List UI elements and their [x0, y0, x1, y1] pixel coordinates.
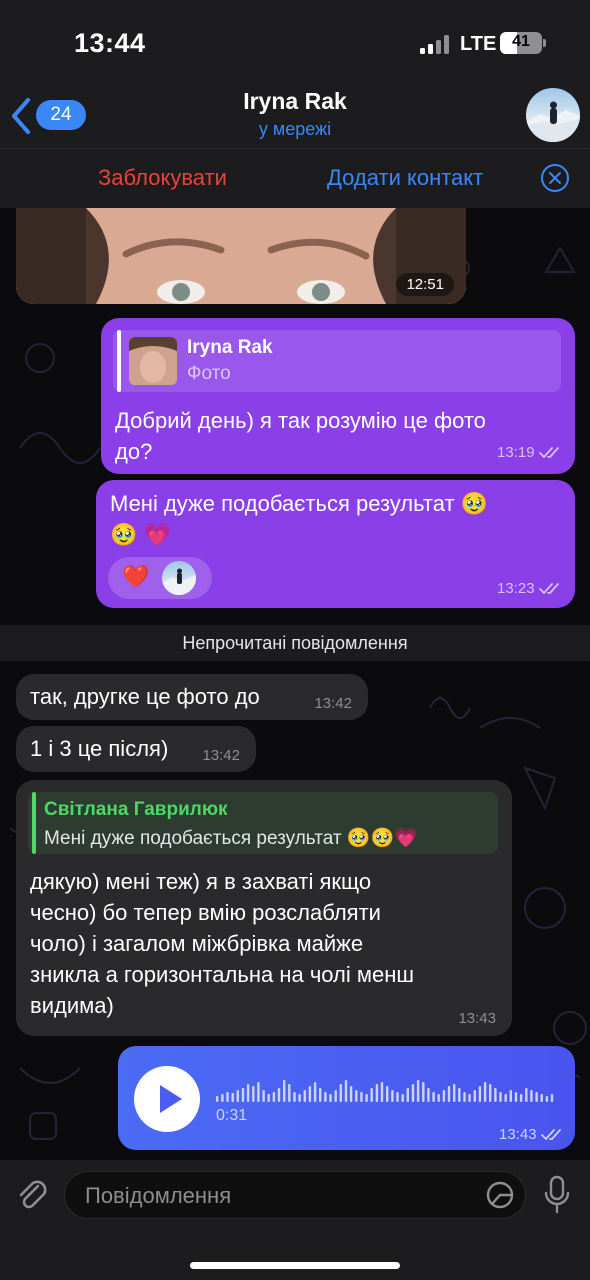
- message-meta: 13:19: [497, 444, 563, 462]
- message-placeholder: Повідомлення: [85, 1183, 232, 1208]
- paperclip-icon[interactable]: [14, 1176, 50, 1214]
- reply-name: Iryna Rak: [187, 337, 273, 358]
- waveform[interactable]: [216, 1074, 556, 1102]
- sticker-icon[interactable]: [485, 1180, 515, 1210]
- battery-level: 41: [512, 33, 530, 50]
- avatar[interactable]: [526, 88, 580, 142]
- chat-header: 24 Iryna Rak у мережі: [0, 86, 590, 148]
- battery-cap: [543, 39, 546, 47]
- contact-action-bar: Заблокувати Додати контакт: [0, 148, 590, 208]
- heart-icon: ❤️: [122, 564, 150, 589]
- message-time: 13:43: [499, 1126, 537, 1143]
- reaction-avatar: [162, 561, 196, 595]
- status-time: 13:44: [74, 28, 146, 58]
- chat-title[interactable]: Iryna Rak: [0, 88, 590, 115]
- play-icon: [160, 1085, 182, 1113]
- network-type: LTE: [460, 33, 497, 55]
- reply-thumbnail: [129, 337, 177, 385]
- reply-text: Мені дуже подобається результат 🥹🥹💗: [44, 828, 418, 849]
- message-text-line: Мені дуже подобається результат 🥹: [110, 491, 489, 516]
- message-time: 12:51: [396, 273, 454, 296]
- status-bar: 13:44 LTE 41: [0, 0, 590, 86]
- online-status: у мережі: [258, 119, 332, 139]
- message-text: так, другке це фото до: [30, 684, 260, 709]
- outgoing-message[interactable]: Мені дуже подобається результат 🥹 🥹 💗 ❤️…: [96, 480, 575, 608]
- message-time: 13:43: [458, 1010, 496, 1027]
- reply-name: Світлана Гаврилюк: [44, 799, 228, 820]
- reply-preview[interactable]: Світлана Гаврилюк Мені дуже подобається …: [28, 792, 498, 854]
- outgoing-message[interactable]: Iryna Rak Фото Добрий день) я так розумі…: [101, 318, 575, 474]
- double-check-icon: [541, 1128, 561, 1141]
- incoming-message[interactable]: так, другке це фото до 13:42: [16, 674, 368, 720]
- close-circle-icon[interactable]: [540, 163, 570, 193]
- message-text-line: дякую) мені теж) я в захваті якщо: [30, 869, 372, 894]
- message-time: 13:42: [314, 695, 352, 712]
- battery-icon: 41: [500, 32, 542, 54]
- message-text-line: чесно) бо тепер вмію розслабляти: [30, 900, 381, 925]
- message-text-line: Добрий день) я так розумію це фото: [115, 408, 486, 433]
- message-text-line: чоло) і загалом міжбрівка майже: [30, 931, 364, 956]
- unread-divider: Непрочитані повідомлення: [0, 625, 590, 661]
- reply-bar: [32, 792, 36, 854]
- add-contact-button[interactable]: Додати контакт: [327, 165, 483, 191]
- message-text-line: 🥹 💗: [110, 522, 171, 547]
- home-indicator: [190, 1262, 400, 1269]
- microphone-icon[interactable]: [542, 1175, 572, 1215]
- message-time: 13:42: [202, 747, 240, 764]
- message-time: 13:19: [497, 444, 535, 461]
- incoming-message[interactable]: Світлана Гаврилюк Мені дуже подобається …: [16, 780, 512, 1036]
- avatar-photo: [526, 101, 580, 142]
- reply-bar: [117, 330, 121, 392]
- signal-icon: [420, 34, 452, 54]
- message-meta: 13:43: [499, 1126, 565, 1144]
- message-text-line: зникла а горизонтальна на чолі менш: [30, 962, 415, 987]
- double-check-icon: [539, 446, 559, 459]
- incoming-message[interactable]: 1 і 3 це після) 13:42: [16, 726, 256, 772]
- photo-message[interactable]: 12:51: [16, 208, 466, 304]
- play-button[interactable]: [134, 1066, 200, 1132]
- voice-message[interactable]: 0:31 13:43: [118, 1046, 575, 1150]
- reply-preview[interactable]: Iryna Rak Фото: [113, 330, 561, 392]
- message-meta: 13:23: [497, 580, 563, 598]
- reply-type: Фото: [187, 363, 231, 384]
- message-text-line: видима): [30, 993, 114, 1018]
- message-time: 13:23: [497, 580, 535, 597]
- voice-duration: 0:31: [216, 1107, 248, 1124]
- message-input[interactable]: Повідомлення: [64, 1171, 526, 1219]
- message-text: 1 і 3 це після): [30, 736, 169, 761]
- double-check-icon: [539, 582, 559, 595]
- chat-area[interactable]: 12:51 Iryna Rak Фото Добрий день) я так …: [0, 208, 590, 1160]
- block-button[interactable]: Заблокувати: [98, 165, 227, 191]
- message-text-line: до?: [115, 439, 153, 464]
- reaction-pill[interactable]: ❤️: [108, 557, 212, 599]
